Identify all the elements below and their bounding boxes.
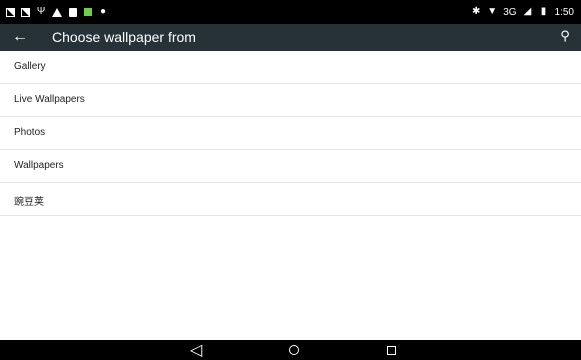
list-item-live-wallpapers[interactable]: Live Wallpapers: [0, 84, 581, 117]
navigation-bar: ◁: [0, 340, 581, 360]
wallpaper-source-list: Gallery Live Wallpapers Photos Wallpaper…: [0, 51, 581, 216]
status-icons-right: ✱ ▼ 3G ◢ ▮ 1:50: [471, 5, 574, 19]
pin-icon: ●: [99, 6, 107, 17]
list-item-label: Wallpapers: [14, 160, 64, 171]
list-item-label: Live Wallpapers: [14, 94, 85, 105]
bluetooth-icon: ✱: [471, 6, 481, 17]
list-item-label: 豌豆荚: [14, 197, 44, 208]
signal-icon: ◢: [523, 6, 532, 17]
list-item-gallery[interactable]: Gallery: [0, 51, 581, 84]
nav-back-icon[interactable]: ◁: [189, 342, 203, 359]
photo-notification-icon-2: [21, 7, 30, 17]
photo-notification-icon: [6, 7, 15, 17]
list-item-label: Gallery: [14, 61, 46, 72]
android-notification-icon: [84, 8, 92, 16]
usb-icon: Ψ: [36, 6, 46, 17]
back-arrow-icon[interactable]: ←: [11, 28, 29, 46]
clock: 1:50: [554, 6, 574, 18]
battery-icon: ▮: [540, 6, 547, 17]
page-title: Choose wallpaper from: [52, 29, 196, 45]
network-type: 3G: [503, 6, 517, 18]
status-icons-left: Ψ ●: [6, 5, 108, 19]
nav-recents-icon[interactable]: [384, 343, 398, 357]
list-item-photos[interactable]: Photos: [0, 117, 581, 150]
list-item-label: Photos: [14, 127, 46, 138]
wifi-icon: ▼: [487, 6, 498, 17]
nav-home-icon[interactable]: [287, 343, 301, 357]
list-item-wallpapers[interactable]: Wallpapers: [0, 150, 581, 183]
status-bar: Ψ ● ✱ ▼ 3G ◢ ▮ 1:50: [0, 0, 581, 24]
warning-icon: [52, 7, 62, 17]
app-bar: ← Choose wallpaper from ⚲: [0, 24, 581, 51]
search-icon[interactable]: ⚲: [557, 28, 573, 44]
lock-icon: [68, 7, 78, 17]
list-item-wandoujia[interactable]: 豌豆荚: [0, 183, 581, 216]
